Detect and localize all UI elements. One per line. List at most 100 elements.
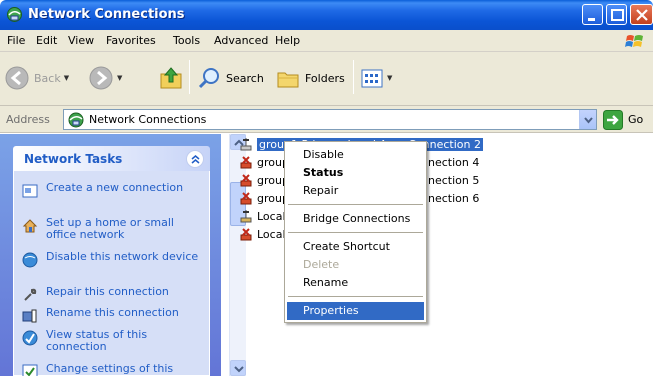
windows-logo-icon — [625, 35, 643, 47]
menu-file[interactable]: File — [7, 34, 25, 47]
context-repair[interactable]: Repair — [287, 182, 424, 200]
folders-icon — [277, 72, 299, 88]
menu-bar: File Edit View Favorites Tools Advanced … — [0, 30, 653, 52]
menu-separator — [288, 204, 423, 205]
chevron-down-icon — [584, 117, 593, 124]
network-connections-icon — [68, 112, 84, 128]
close-button[interactable] — [630, 4, 653, 25]
back-dropdown-icon[interactable]: ▼ — [64, 74, 69, 82]
address-dropdown-button[interactable] — [579, 110, 596, 129]
disable-network-icon — [22, 252, 38, 268]
menu-separator — [288, 232, 423, 233]
home-network-icon — [22, 219, 38, 233]
maximize-button[interactable] — [606, 4, 627, 25]
context-create-shortcut[interactable]: Create Shortcut — [287, 238, 424, 256]
task-label: Disable this network device — [46, 250, 199, 263]
connection-name: Local — [257, 209, 286, 223]
scroll-down-button[interactable] — [230, 360, 246, 376]
standard-toolbar: Back ▼ ▼ Search Folders ▼ — [0, 52, 653, 106]
forward-button[interactable]: ▼ — [88, 62, 122, 94]
lan-disconnected-icon — [240, 228, 252, 241]
maximize-icon — [611, 9, 624, 21]
folders-label: Folders — [305, 71, 345, 85]
connection-item[interactable]: Local — [238, 208, 286, 224]
minimize-button[interactable] — [582, 4, 603, 25]
task-label: Rename this connection — [46, 306, 179, 319]
rename-icon — [22, 309, 37, 323]
go-arrow-icon[interactable] — [603, 110, 623, 130]
context-disable[interactable]: Disable — [287, 146, 424, 164]
context-properties[interactable]: Properties — [287, 302, 424, 320]
network-tasks-body: Create a new connection Set up a home or… — [13, 171, 210, 376]
toolbar-separator — [189, 60, 190, 94]
connection-name-tail: nection 5 — [428, 174, 480, 187]
title-bar[interactable]: Network Connections — [0, 0, 653, 30]
task-create-connection[interactable]: Create a new connection — [22, 182, 207, 199]
toolbar-separator — [353, 60, 354, 94]
connection-name-tail: nection 4 — [428, 156, 480, 169]
views-dropdown-icon[interactable]: ▼ — [387, 74, 392, 82]
up-folder-icon — [160, 67, 182, 89]
task-repair-connection[interactable]: Repair this connection — [22, 286, 207, 303]
back-label: Back — [34, 71, 61, 85]
views-grid-icon — [361, 69, 383, 88]
views-button[interactable]: ▼ — [360, 62, 392, 94]
new-connection-icon — [22, 184, 38, 198]
menu-tools[interactable]: Tools — [173, 34, 200, 47]
context-delete[interactable]: Delete — [287, 256, 424, 274]
double-chevron-up-icon — [191, 155, 200, 164]
connection-item[interactable]: group — [238, 154, 289, 170]
back-button[interactable]: Back ▼ — [4, 62, 69, 94]
status-icon — [22, 330, 38, 346]
connection-name: Local — [257, 227, 286, 241]
menu-separator — [288, 296, 423, 297]
search-button[interactable]: Search — [196, 62, 264, 94]
address-label: Address — [6, 113, 50, 126]
go-button[interactable]: Go — [628, 113, 643, 126]
lan-disconnected-icon — [240, 174, 252, 187]
network-tasks-header[interactable]: Network Tasks — [13, 146, 210, 171]
collapse-button[interactable] — [186, 150, 204, 168]
network-tasks-title: Network Tasks — [24, 152, 123, 166]
menu-advanced[interactable]: Advanced — [214, 34, 268, 47]
repair-wrench-icon — [24, 288, 37, 301]
forward-arrow-icon — [89, 66, 113, 90]
task-change-settings[interactable]: Change settings of this connection — [22, 363, 207, 376]
vertical-scrollbar[interactable] — [229, 134, 246, 376]
lan-connected-icon — [240, 138, 252, 151]
task-home-network[interactable]: Set up a home or small office network — [22, 217, 207, 241]
task-rename-connection[interactable]: Rename this connection — [22, 307, 207, 324]
window-title: Network Connections — [28, 7, 185, 22]
forward-dropdown-icon[interactable]: ▼ — [117, 74, 122, 82]
connection-item[interactable]: group — [238, 172, 289, 188]
menu-view[interactable]: View — [68, 34, 94, 47]
address-input[interactable]: Network Connections — [63, 109, 597, 130]
chevron-down-icon — [234, 366, 244, 373]
menu-edit[interactable]: Edit — [36, 34, 57, 47]
context-bridge-connections[interactable]: Bridge Connections — [287, 210, 424, 228]
settings-check-icon — [22, 364, 38, 376]
task-label: Set up a home or small office network — [46, 216, 174, 241]
close-icon — [636, 9, 648, 21]
task-disable-device[interactable]: Disable this network device — [22, 251, 207, 268]
minimize-icon — [588, 18, 595, 21]
search-icon — [198, 68, 219, 89]
connection-name-tail: nection 6 — [428, 192, 480, 205]
lan-disconnected-icon — [240, 156, 252, 169]
address-value: Network Connections — [89, 113, 207, 126]
address-bar: Address Network Connections Go — [0, 106, 653, 133]
folders-button[interactable]: Folders — [275, 62, 345, 94]
menu-help[interactable]: Help — [275, 34, 300, 47]
task-view-status[interactable]: View status of this connection — [22, 329, 207, 353]
context-status[interactable]: Status — [287, 164, 424, 182]
context-rename[interactable]: Rename — [287, 274, 424, 292]
lan-disconnected-icon — [240, 192, 252, 205]
back-arrow-icon — [5, 66, 29, 90]
connection-item[interactable]: Local — [238, 226, 286, 242]
up-folder-button[interactable] — [158, 62, 184, 94]
search-label: Search — [226, 71, 264, 85]
context-menu: Disable Status Repair Bridge Connections… — [284, 141, 427, 323]
menu-favorites[interactable]: Favorites — [106, 34, 156, 47]
task-pane: Network Tasks Create a new connection Se… — [0, 134, 221, 376]
connection-item[interactable]: group — [238, 190, 289, 206]
